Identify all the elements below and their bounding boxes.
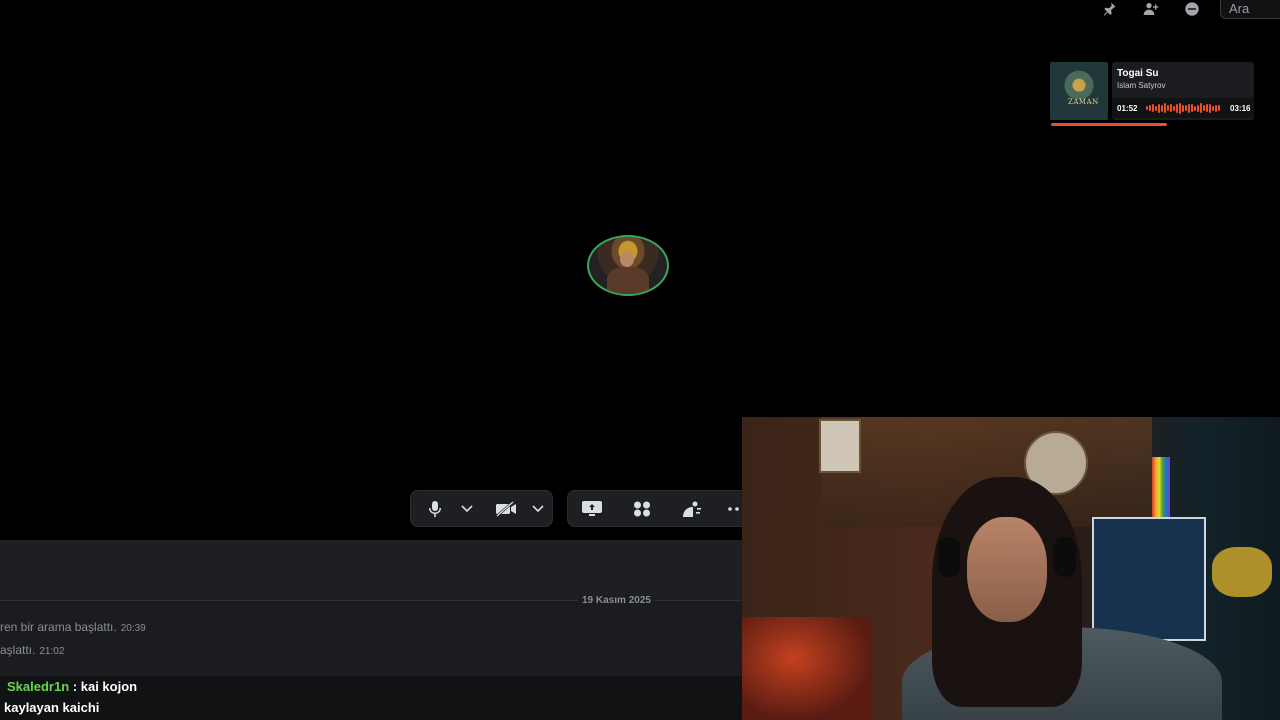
track-title: Togai Su [1117, 68, 1159, 79]
pin-icon[interactable] [1098, 0, 1120, 18]
screen-share-icon[interactable] [581, 498, 603, 520]
stream-chat-overlay: Skaledr1n : kai kojon kaylayan kaichi [0, 676, 742, 720]
overlay-message: kaylayan kaichi [4, 700, 99, 715]
track-duration: 03:16 [1230, 104, 1251, 113]
waveform-bar [1215, 104, 1217, 112]
avatar-body [607, 267, 649, 294]
call-controls-actions [567, 490, 767, 527]
activities-icon[interactable] [631, 498, 653, 520]
overlay-username: Skaledr1n [7, 679, 70, 694]
waveform-bar [1158, 103, 1160, 113]
waveform-bar [1146, 106, 1148, 110]
webcam-person-face [967, 517, 1047, 622]
headphone-right [1054, 537, 1076, 577]
inbox-icon[interactable] [1181, 0, 1203, 18]
waveform-bar [1164, 103, 1166, 113]
waveform-bar [1194, 105, 1196, 111]
waveform-bar [1176, 103, 1178, 113]
soundboard-icon[interactable] [680, 498, 702, 520]
search-input[interactable]: Ara [1220, 0, 1280, 19]
waveform-bar [1182, 104, 1184, 112]
overlay-text: kai kojon [80, 679, 138, 694]
now-playing-card: Togai Su Islam Satyrov 01:52 03:16 [1112, 62, 1254, 120]
waveform-bar [1149, 105, 1151, 111]
waveform-bar [1212, 105, 1214, 111]
chat-header-area [0, 540, 742, 600]
waveform-bar [1209, 103, 1211, 113]
headphone-left [938, 537, 960, 577]
waveform-bar [1179, 102, 1181, 114]
webcam-picture-frame [819, 419, 861, 473]
chevron-down-icon[interactable] [527, 498, 549, 520]
call-controls-audio-video [410, 490, 553, 527]
waveform-bar [1191, 104, 1193, 112]
add-member-icon[interactable] [1140, 0, 1162, 18]
waveform-bar [1167, 105, 1169, 111]
system-message-text: ren bir arama başlattı. [0, 620, 117, 634]
waveform-bar [1173, 105, 1175, 111]
app-window: Ara ZAMAN Togai Su Islam Satyrov 01:52 0… [0, 0, 1280, 720]
search-placeholder: Ara [1229, 1, 1250, 16]
date-divider: 19 Kasım 2025 [578, 595, 655, 606]
waveform-bar [1155, 105, 1157, 111]
webcam-blue-banner [1092, 517, 1206, 641]
track-artist: Islam Satyrov [1117, 81, 1166, 90]
waveform-bar [1152, 104, 1154, 112]
progress-bar [1051, 123, 1167, 126]
album-art: ZAMAN [1050, 62, 1108, 120]
waveform-bar [1218, 105, 1220, 111]
waveform-bar [1185, 105, 1187, 111]
system-message-time: 20:39 [120, 623, 146, 634]
microphone-icon[interactable] [424, 498, 446, 520]
now-playing-widget: ZAMAN Togai Su Islam Satyrov 01:52 03:16 [1050, 62, 1256, 128]
system-message-time: 21:02 [39, 646, 65, 657]
waveform-bar [1161, 104, 1163, 112]
overlay-separator: : [72, 679, 78, 694]
system-message: aşlattı. 21:02 [0, 643, 64, 657]
playback-bar: 01:52 03:16 [1112, 98, 1254, 118]
waveform-bar [1170, 104, 1172, 112]
overlay-text: kaylayan kaichi [4, 700, 100, 715]
webcam-red-light [742, 617, 872, 720]
elapsed-time: 01:52 [1117, 104, 1138, 113]
album-art-label: ZAMAN [1068, 98, 1099, 106]
webcam-feed [742, 417, 1280, 720]
waveform-bar [1197, 104, 1199, 112]
waveform-bar [1200, 103, 1202, 113]
webcam-gold-ornament [1212, 547, 1272, 597]
waveform-bar [1188, 103, 1190, 113]
system-message: ren bir arama başlattı. 20:39 [0, 620, 146, 634]
overlay-message: Skaledr1n : kai kojon [7, 679, 137, 694]
waveform-bar [1203, 105, 1205, 111]
participant-avatar[interactable] [587, 235, 669, 296]
chevron-down-icon[interactable] [456, 498, 478, 520]
system-message-text: aşlattı. [0, 643, 36, 657]
waveform [1146, 102, 1222, 114]
camera-off-icon[interactable] [495, 498, 517, 520]
avatar-face [620, 251, 634, 267]
waveform-bar [1206, 104, 1208, 112]
